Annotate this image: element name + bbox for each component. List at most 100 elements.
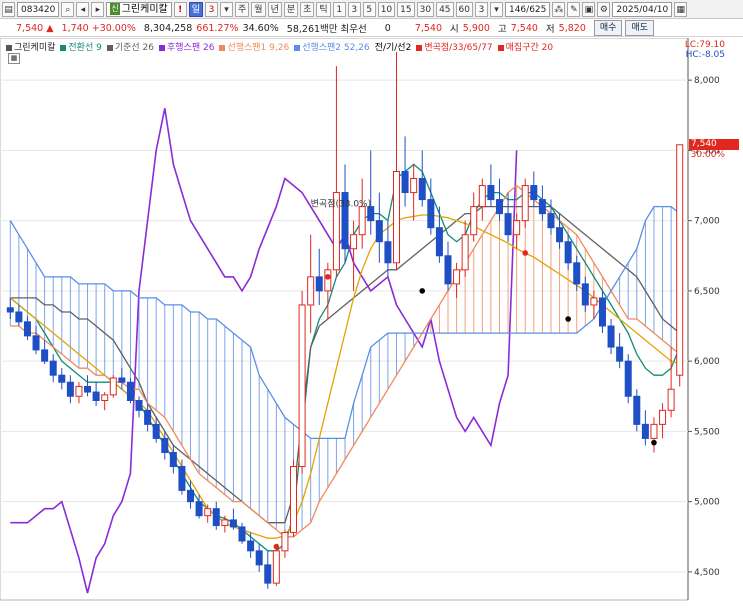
candle-body[interactable] [547,213,555,229]
interval-15-button[interactable]: 15 [397,1,415,17]
candle-body[interactable] [161,437,169,453]
link-icon[interactable]: ▸ [91,1,105,17]
candle-body[interactable] [478,185,486,208]
candle-body[interactable] [229,519,237,528]
candle-body[interactable] [573,262,581,285]
candle-body[interactable] [659,409,667,425]
candle-body[interactable] [135,399,143,411]
legend-span2[interactable]: 선행스팬2 52,26 [294,40,370,53]
interval-dropdown-icon[interactable]: ▾ [489,1,503,17]
stock-name-box[interactable]: 신 그린케미칼 [106,1,172,17]
interval-45-button[interactable]: 45 [436,1,454,17]
legend-base[interactable]: 기준선 26 [106,40,154,53]
period-month-button[interactable]: 월 [251,1,266,17]
candle-body[interactable] [538,199,546,215]
candle-body[interactable] [598,297,606,327]
candle-body[interactable] [212,508,220,527]
period-n-button[interactable]: 3 [205,1,219,17]
candle-body[interactable] [66,381,74,397]
candle-body[interactable] [581,283,589,306]
candle-body[interactable] [487,185,495,201]
candle-body[interactable] [521,185,529,222]
candle-body[interactable] [75,385,83,397]
candle-body[interactable] [461,234,469,271]
legend-lagging[interactable]: 후행스팬 26 [159,40,214,53]
ichimoku-chart[interactable]: 4,5005,0005,5006,0006,5007,0007,5008,000… [0,37,743,606]
search-icon[interactable]: ⌕ [61,1,75,17]
candle-body[interactable] [392,170,400,264]
candle-body[interactable] [315,276,323,292]
legend-cross[interactable]: 전/기/선2 [375,40,412,53]
candle-body[interactable] [264,564,272,584]
interval-60-button[interactable]: 60 [455,1,473,17]
candle-body[interactable] [307,276,315,306]
period-second-button[interactable]: 초 [300,1,315,17]
dropdown-icon[interactable]: ▾ [220,1,234,17]
candle-body[interactable] [6,307,14,313]
interval-1-button[interactable]: 1 [332,1,346,17]
candle-body[interactable] [401,170,409,194]
legend-span1[interactable]: 선행스팬1 9,26 [219,40,289,53]
candle-body[interactable] [195,501,203,517]
candle-body[interactable] [290,466,298,534]
interval-5-button[interactable]: 5 [362,1,376,17]
candle-body[interactable] [221,519,229,527]
interval-10-button[interactable]: 10 [377,1,396,17]
candle-body[interactable] [564,241,572,264]
candle-body[interactable] [444,255,452,285]
period-day-button[interactable]: 일 [188,1,204,17]
candle-body[interactable] [169,451,177,468]
candle-body[interactable] [624,360,632,397]
candle-body[interactable] [530,185,538,201]
draw-icon[interactable]: ✎ [567,1,581,17]
candle-body[interactable] [650,423,658,439]
candle-body[interactable] [633,395,641,425]
legend-change[interactable]: 변곡점/33/65/77 [416,40,493,53]
candle-body[interactable] [255,550,263,566]
candle-body[interactable] [358,206,366,236]
candle-body[interactable] [23,321,31,337]
candle-body[interactable] [298,304,306,468]
calendar-icon[interactable]: ▦ [674,1,688,17]
candle-body[interactable] [281,532,289,552]
candle-body[interactable] [15,311,23,323]
candle-body[interactable] [152,423,160,439]
candle-body[interactable] [513,220,521,236]
period-year-button[interactable]: 년 [267,1,282,17]
info-icon[interactable]: ! [173,1,187,17]
candle-body[interactable] [350,234,358,250]
legend-name[interactable]: 그린케미칼 [6,40,55,53]
candle-body[interactable] [556,227,564,243]
candle-body[interactable] [247,540,255,552]
candle-body[interactable] [272,550,280,584]
candle-body[interactable] [238,526,246,542]
candle-body[interactable] [384,241,392,264]
candle-body[interactable] [41,349,49,362]
candle-body[interactable] [667,388,675,411]
legend-conversion[interactable]: 전환선 9 [60,40,102,53]
chart-code-icon[interactable]: ▤ [2,1,15,17]
candle-body[interactable] [410,178,418,194]
candle-body[interactable] [84,385,92,393]
candle-body[interactable] [495,199,503,215]
period-minute-button[interactable]: 분 [283,1,299,17]
candle-body[interactable] [641,423,649,439]
candle-body[interactable] [204,508,212,517]
candle-body[interactable] [470,206,478,236]
candle-body[interactable] [92,391,100,401]
candle-body[interactable] [144,409,152,425]
candle-body[interactable] [427,199,435,229]
candle-body[interactable] [453,269,461,285]
options-icon[interactable]: ⁂ [552,1,566,17]
candle-body[interactable] [324,269,332,292]
candle-body[interactable] [676,144,684,376]
candle-body[interactable] [418,178,426,201]
sell-button[interactable]: 매도 [625,20,654,36]
interval-30-button[interactable]: 30 [416,1,435,17]
candle-body[interactable] [118,377,126,383]
candle-body[interactable] [590,297,598,306]
stock-code-input[interactable]: 083420 [17,1,60,17]
candle-body[interactable] [504,213,512,236]
sound-icon[interactable]: ◂ [76,1,90,17]
candle-body[interactable] [109,377,117,396]
